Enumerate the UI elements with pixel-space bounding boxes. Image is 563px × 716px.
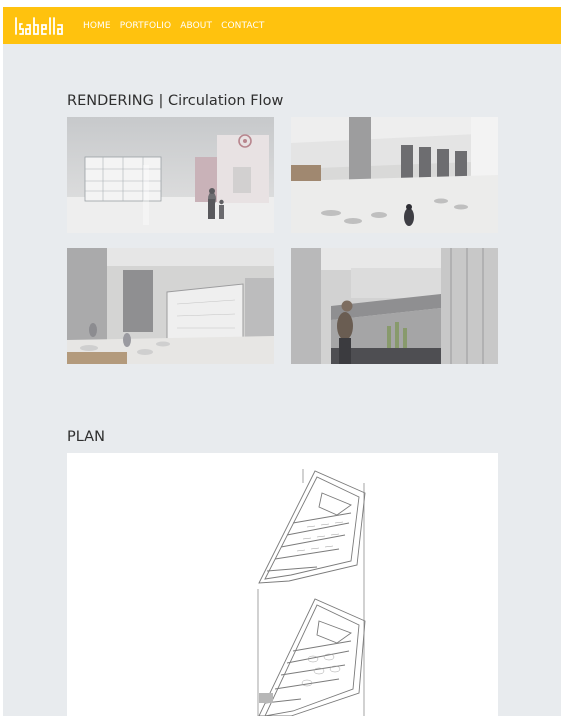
logo-mark [15,17,63,35]
rendering-image-exterior[interactable] [67,117,274,233]
main-navigation: HOME PORTFOLIO ABOUT CONTACT [83,19,264,33]
rendering-image-atrium[interactable] [291,248,498,364]
rendering-image-interior-hall[interactable] [67,248,274,364]
nav-about[interactable]: ABOUT [180,19,212,33]
nav-home[interactable]: HOME [83,19,111,33]
rendering-image-interior-lounge[interactable] [291,117,498,233]
plan-drawing[interactable] [67,453,498,716]
plan-section-title: PLAN [67,429,105,445]
page-frame: HOME PORTFOLIO ABOUT CONTACT RENDERING |… [3,7,561,716]
nav-contact[interactable]: CONTACT [221,19,264,33]
site-logo[interactable] [13,14,71,38]
rendering-section-title: RENDERING | Circulation Flow [67,93,284,109]
nav-portfolio[interactable]: PORTFOLIO [120,19,172,33]
top-navigation-bar: HOME PORTFOLIO ABOUT CONTACT [3,7,561,44]
